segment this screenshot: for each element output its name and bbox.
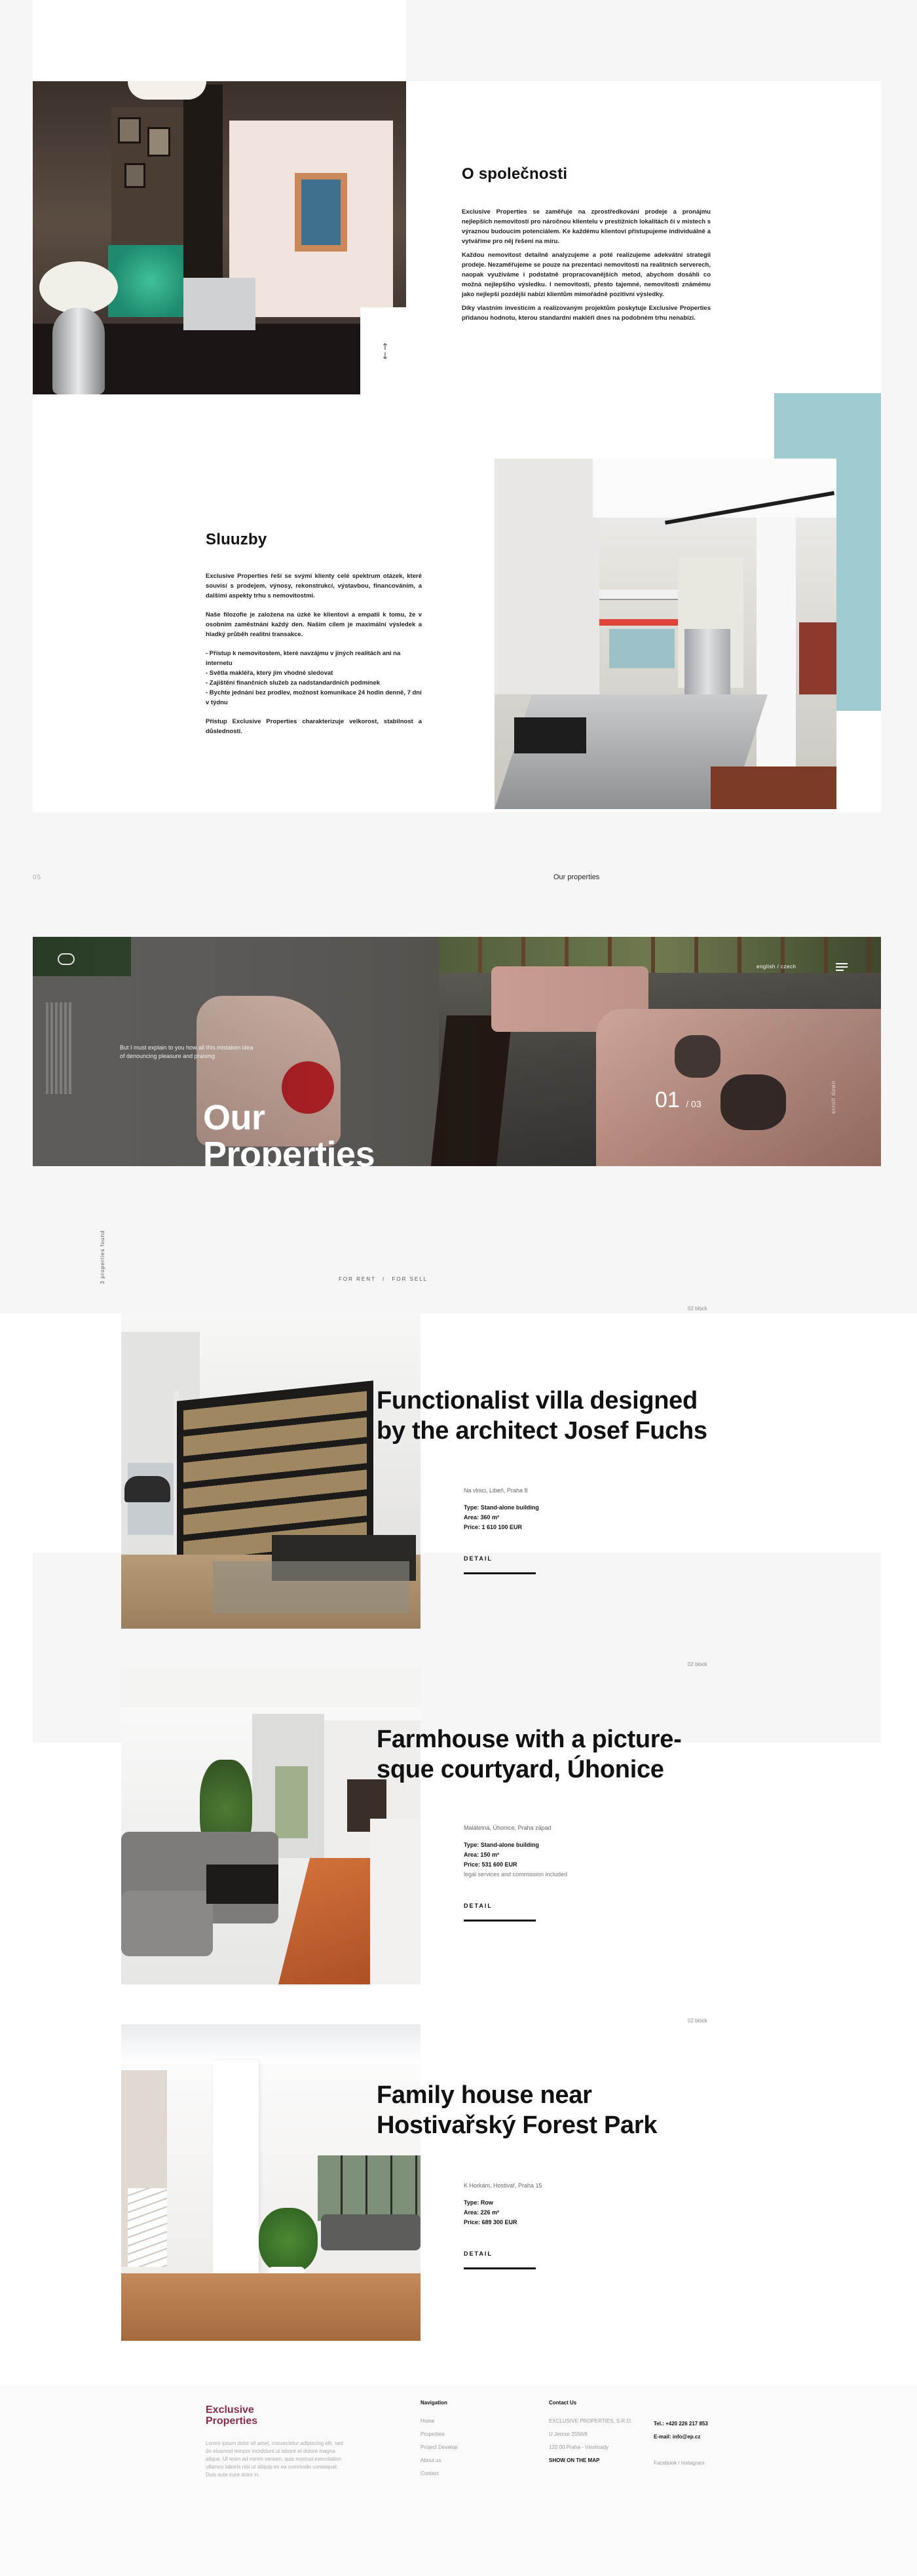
our-properties-label: Our properties — [553, 873, 600, 881]
scroll-down-label[interactable]: scroll down — [831, 1080, 836, 1114]
property-3-title-line-1: Family house near — [377, 2081, 592, 2109]
footer-nav-contact[interactable]: Contact — [421, 2467, 519, 2480]
property-2-detail-button[interactable]: DETAIL — [464, 1903, 536, 1922]
filter-for-rent[interactable]: FOR RENT — [339, 1276, 376, 1282]
hero-title: Our Properties — [203, 1099, 465, 1166]
footer-logo-line-1[interactable]: Exclusive — [206, 2404, 343, 2415]
property-1-type: Type: Stand-alone building — [464, 1504, 539, 1511]
footer-brand: Exclusive Properties Lorem ipsum dolor s… — [206, 2404, 343, 2479]
property-2-address: Malátetná, Úhonice, Praha západ — [464, 1825, 552, 1831]
menu-icon[interactable] — [836, 963, 848, 973]
slide-counter-current: 01 — [655, 1088, 680, 1112]
property-1-detail-button[interactable]: DETAIL — [464, 1555, 536, 1574]
footer-nav-properties[interactable]: Properties — [421, 2428, 519, 2441]
property-3-info: K Horkám, Hostivař, Praha 15 Type: Row A… — [464, 2182, 634, 2269]
footer-email[interactable]: E-mail: info@ep.cz — [654, 2431, 758, 2444]
language-switch[interactable]: english / czech — [757, 964, 796, 970]
services-title: Sluuzby — [206, 531, 267, 548]
footer-street: U Jenrse 2556/8 — [549, 2431, 588, 2437]
property-1-price: Price: 1 610 100 EUR — [464, 1524, 523, 1530]
about-paragraph-3: Díky vlastním investicím a realizovaným … — [462, 305, 711, 322]
property-3-count: 02 block — [688, 2018, 707, 2024]
services-photo-kitchen — [495, 459, 836, 809]
footer-nav-project-develop[interactable]: Project Develop — [421, 2441, 519, 2454]
footer-phone[interactable]: Tel.: +420 226 217 853 — [654, 2417, 758, 2431]
footer-nav-about[interactable]: About us — [421, 2454, 519, 2467]
about-photo-dining-room — [33, 81, 406, 394]
property-3-address: K Horkám, Hostivař, Praha 15 — [464, 2182, 542, 2189]
section-number: 05 — [33, 874, 42, 881]
property-3-title: Family house near Hostivařský Forest Par… — [377, 2080, 743, 2140]
footer-company: EXCLUSIVE PROPERTIES, S.R.O. — [549, 2418, 632, 2424]
services-section: Sluuzby Exclusive Properties řeší se svý… — [206, 531, 422, 740]
footer-nav-heading: Navigation — [421, 2400, 447, 2406]
services-paragraph-1: Exclusive Properties řeší se svými klien… — [206, 573, 422, 599]
footer-blurb: Lorem ipsum dolor sit amet, consectetur … — [206, 2440, 343, 2478]
property-1-title: Functionalist villa designed by the arch… — [377, 1386, 743, 1446]
properties-found-label: 3 properties found — [100, 1230, 105, 1285]
property-2-note: legal services and commission included — [464, 1871, 568, 1878]
hero-logo-icon[interactable] — [58, 953, 75, 965]
filter-for-sell[interactable]: FOR SELL — [392, 1276, 428, 1282]
property-1-info: Na vlnici, Libeň, Praha 8 Type: Stand-al… — [464, 1487, 634, 1574]
property-2-title: Farmhouse with a picture- sque courtyard… — [377, 1724, 743, 1785]
property-2-title-line-2: sque courtyard, Úhonice — [377, 1756, 664, 1783]
property-3-detail-button[interactable]: DETAIL — [464, 2250, 536, 2269]
property-1-title-line-2: by the architect Josef Fuchs — [377, 1417, 707, 1445]
footer-navigation: Navigation Home Properties Project Devel… — [421, 2400, 519, 2480]
property-2-photo[interactable] — [121, 1668, 421, 1984]
about-title: O společnosti — [462, 165, 568, 183]
property-1-address: Na vlnici, Libeň, Praha 8 — [464, 1487, 528, 1494]
property-2-title-line-1: Farmhouse with a picture- — [377, 1726, 682, 1753]
footer-contact-details: Tel.: +420 226 217 853 E-mail: info@ep.c… — [654, 2417, 758, 2470]
hero-title-line-2: Properties — [203, 1135, 375, 1166]
property-1-count: 02 block — [688, 1306, 707, 1312]
about-paragraph-2: Každou nemovitost detailně analyzujeme a… — [462, 252, 711, 298]
footer-contact-heading: Contact Us — [549, 2400, 577, 2406]
about-section: O společnosti Exclusive Properties se za… — [462, 165, 711, 327]
slide-counter: 01 / 03 — [655, 1088, 702, 1113]
footer-city: 120 00 Praha - Vinohrady — [549, 2444, 609, 2450]
scroll-arrows-icon[interactable]: ↑ ↓ — [381, 343, 389, 361]
about-paragraph-1: Exclusive Properties se zaměřuje na zpro… — [462, 208, 711, 245]
property-2-price: Price: 531 600 EUR — [464, 1861, 517, 1868]
property-3-type: Type: Row — [464, 2199, 493, 2206]
property-2-area: Area: 150 m² — [464, 1851, 500, 1858]
footer-nav-home[interactable]: Home — [421, 2415, 519, 2428]
property-3-title-line-2: Hostivařský Forest Park — [377, 2112, 658, 2139]
filter-separator: / — [382, 1276, 386, 1282]
slide-counter-total: / 03 — [686, 1099, 702, 1109]
property-1-title-line-1: Functionalist villa designed — [377, 1387, 698, 1414]
footer-social-links[interactable]: Facebook / Instagram — [654, 2457, 758, 2470]
property-2-type: Type: Stand-alone building — [464, 1842, 539, 1848]
property-3-photo[interactable] — [121, 2024, 421, 2341]
bg-top-right — [406, 0, 917, 81]
property-3-price: Price: 689 300 EUR — [464, 2219, 517, 2226]
hero-quote: But I must explain to you how all this m… — [120, 1044, 253, 1059]
services-paragraph-4: Přístup Exclusive Properties charakteriz… — [206, 718, 422, 735]
services-list: - Přístup k nemovitostem, které navzájmu… — [206, 650, 422, 706]
property-3-area: Area: 226 m² — [464, 2209, 500, 2216]
hero-title-line-1: Our — [203, 1099, 265, 1137]
footer-logo-line-2[interactable]: Properties — [206, 2415, 343, 2427]
filter-bar: FOR RENT / FOR SELL — [339, 1276, 428, 1282]
footer-map-link[interactable]: SHOW ON THE MAP — [549, 2454, 654, 2467]
services-paragraph-2: Naše filozofie je založena na úzké ke kl… — [206, 611, 422, 638]
property-2-count: 02 block — [688, 1661, 707, 1667]
property-1-photo[interactable] — [121, 1312, 421, 1629]
footer-contact: Contact Us EXCLUSIVE PROPERTIES, S.R.O. … — [549, 2400, 654, 2467]
property-2-info: Malátetná, Úhonice, Praha západ Type: St… — [464, 1825, 647, 1922]
bg-top-left — [0, 0, 33, 393]
property-1-area: Area: 360 m² — [464, 1514, 500, 1521]
